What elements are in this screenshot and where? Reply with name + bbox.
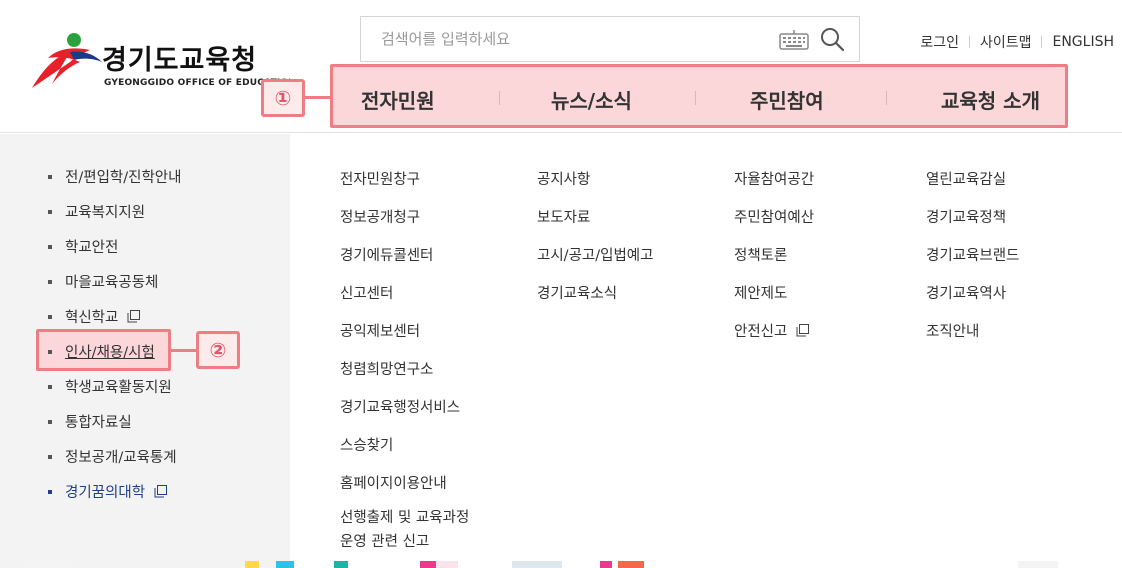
bullet-icon <box>48 384 52 389</box>
gnb-item-civil-service[interactable]: 전자민원 <box>361 85 435 114</box>
sidebar-item-label: 학생교육활동지원 <box>65 380 172 396</box>
menu-link[interactable]: 경기교육역사 <box>926 282 1006 303</box>
menu-link[interactable]: 경기교육소식 <box>537 282 617 303</box>
menu-link[interactable]: 경기교육브랜드 <box>926 244 1019 265</box>
logo-title: 경기도교육청 <box>102 45 258 76</box>
bullet-icon <box>48 279 52 284</box>
new-window-icon <box>796 324 810 337</box>
sidebar-item-label: 전/편입학/진학안내 <box>65 170 182 186</box>
bullet-icon <box>48 454 52 459</box>
english-link[interactable]: ENGLISH <box>1052 34 1114 50</box>
menu-link[interactable]: 정책토론 <box>734 244 787 265</box>
bullet-icon <box>48 244 52 249</box>
new-window-icon <box>154 485 168 498</box>
menu-link[interactable]: 청렴희망연구소 <box>340 358 433 379</box>
menu-link-label: 안전신고 <box>734 324 788 340</box>
menu-link[interactable]: 전자민원창구 <box>340 168 420 189</box>
divider <box>695 91 696 105</box>
sidebar-item-dream-university[interactable]: 경기꿈의대학 <box>48 481 168 502</box>
sidebar-item-hr-recruitment[interactable]: 인사/채용/시험 <box>48 341 155 362</box>
divider <box>968 36 970 48</box>
main-navigation: 전자민원 뉴스/소식 주민참여 교육청 소개 <box>330 64 1068 128</box>
menu-link[interactable]: 선행출제 및 교육과정 운영 관련 신고 <box>340 506 469 554</box>
annotation-badge-2: ② <box>196 331 240 369</box>
logo-emblem-icon <box>32 33 102 88</box>
menu-link[interactable]: 주민참여예산 <box>734 206 814 227</box>
divider <box>499 91 500 105</box>
bullet-icon <box>48 489 52 494</box>
sidebar-item-label: 마을교육공동체 <box>65 275 159 291</box>
menu-link[interactable]: 홈페이지이용안내 <box>340 472 447 493</box>
menu-link[interactable]: 경기교육정책 <box>926 206 1006 227</box>
decorative-banner-strip <box>30 561 1058 568</box>
sidebar-item-label: 정보공개/교육통계 <box>65 450 177 466</box>
divider <box>1041 36 1043 48</box>
bullet-icon <box>48 314 52 319</box>
menu-link[interactable]: 열린교육감실 <box>926 168 1006 189</box>
site-header: 경기도교육청 GYEONGGIDO OFFICE OF EDUCATION 로그… <box>0 0 1122 133</box>
new-window-icon <box>127 310 141 323</box>
sidebar-item-welfare[interactable]: 교육복지지원 <box>48 201 145 222</box>
menu-link[interactable]: 제안제도 <box>734 282 787 303</box>
annotation-connector <box>305 96 332 99</box>
gnb-item-news[interactable]: 뉴스/소식 <box>551 85 632 114</box>
sidebar-item-label: 학교안전 <box>65 240 119 256</box>
bullet-icon <box>48 209 52 214</box>
menu-link[interactable]: 보도자료 <box>537 206 590 227</box>
search-input[interactable] <box>361 17 761 61</box>
menu-link-line: 운영 관련 신고 <box>340 534 430 550</box>
site-logo[interactable]: 경기도교육청 GYEONGGIDO OFFICE OF EDUCATION <box>30 28 290 98</box>
gnb-item-participation[interactable]: 주민참여 <box>750 85 824 114</box>
sidebar-item-student-activities[interactable]: 학생교육활동지원 <box>48 376 172 397</box>
search-icon[interactable] <box>819 26 845 52</box>
annotation-badge-1: ① <box>261 79 305 117</box>
divider <box>886 91 887 105</box>
menu-link[interactable]: 조직안내 <box>926 320 979 341</box>
menu-link-line: 선행출제 및 교육과정 <box>340 510 470 526</box>
sidebar-item-label: 통합자료실 <box>65 415 132 431</box>
sidebar-item-archive[interactable]: 통합자료실 <box>48 411 132 432</box>
sidebar-item-statistics[interactable]: 정보공개/교육통계 <box>48 446 177 467</box>
sidebar-item-admission[interactable]: 전/편입학/진학안내 <box>48 166 182 187</box>
keyboard-icon[interactable] <box>779 29 809 51</box>
menu-link[interactable]: 공지사항 <box>537 168 590 189</box>
menu-link[interactable]: 안전신고 <box>734 320 810 341</box>
sitemap-link[interactable]: 사이트맵 <box>980 32 1032 52</box>
annotation-connector <box>171 349 197 352</box>
gnb-item-about[interactable]: 교육청 소개 <box>941 85 1040 114</box>
sidebar-item-school-safety[interactable]: 학교안전 <box>48 236 118 257</box>
bullet-icon <box>48 419 52 424</box>
sidebar-item-label: 교육복지지원 <box>65 205 146 221</box>
menu-link[interactable]: 경기교육행정서비스 <box>340 396 460 417</box>
sidebar-item-village-community[interactable]: 마을교육공동체 <box>48 271 158 292</box>
sidebar-item-label: 혁신학교 <box>65 310 119 326</box>
sidebar-item-label: 인사/채용/시험 <box>65 345 155 361</box>
utility-links: 로그인 사이트맵 ENGLISH <box>920 32 1114 52</box>
menu-link[interactable]: 공익제보센터 <box>340 320 420 341</box>
menu-link[interactable]: 자율참여공간 <box>734 168 814 189</box>
sidebar-item-label: 경기꿈의대학 <box>65 485 146 501</box>
bullet-icon <box>48 174 52 179</box>
bullet-icon <box>48 349 52 354</box>
menu-link[interactable]: 신고센터 <box>340 282 393 303</box>
menu-link[interactable]: 정보공개청구 <box>340 206 420 227</box>
menu-link[interactable]: 스승찾기 <box>340 434 393 455</box>
search-box <box>360 16 860 62</box>
menu-link[interactable]: 경기에듀콜센터 <box>340 244 433 265</box>
login-link[interactable]: 로그인 <box>920 32 959 52</box>
sidebar-item-innovation-school[interactable]: 혁신학교 <box>48 306 141 327</box>
menu-link[interactable]: 고시/공고/입법예고 <box>537 244 654 265</box>
